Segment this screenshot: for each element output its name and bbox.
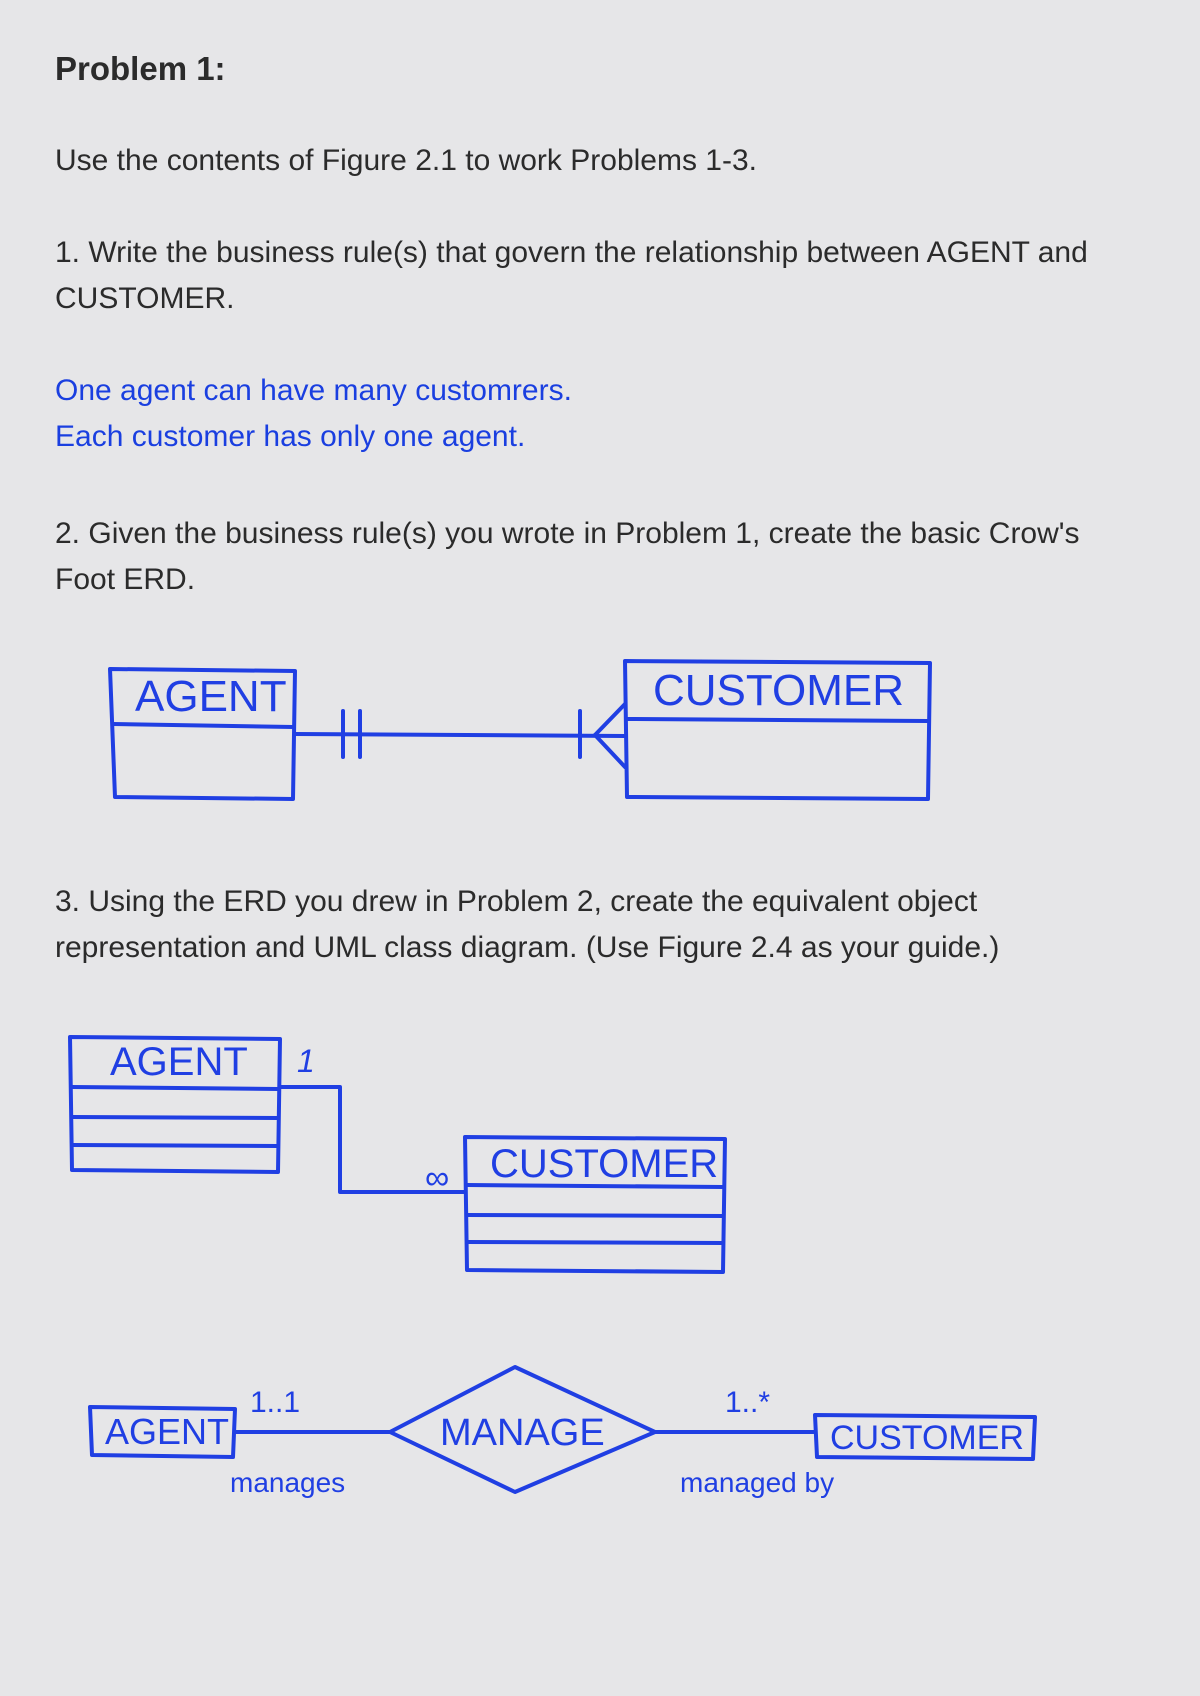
crows-foot-erd: AGENT CUSTOMER [55,649,1145,849]
customer-label: CUSTOMER [653,666,904,715]
question-1: 1. Write the business rule(s) that gover… [55,230,1145,323]
infinity-label: ∞ [425,1159,449,1197]
agent-label-3: AGENT [105,1411,229,1452]
answer-1-line1: One agent can have many customrers. [55,368,1145,415]
manages-label: manages [230,1467,345,1498]
answer-1-line2: Each customer has only one agent. [55,414,1145,461]
one-star-label: 1..* [725,1386,770,1419]
customer-label-2: CUSTOMER [490,1142,718,1186]
question-3: 3. Using the ERD you drew in Problem 2, … [55,879,1145,972]
managed-by-label: managed by [680,1467,834,1498]
agent-label-2: AGENT [110,1040,248,1084]
manage-label: MANAGE [440,1412,605,1454]
intro-text: Use the contents of Figure 2.1 to work P… [55,138,1145,185]
agent-label: AGENT [135,672,287,721]
question-2: 2. Given the business rule(s) you wrote … [55,511,1145,604]
problem-title: Problem 1: [55,50,1145,88]
answer-1: One agent can have many customrers. Each… [55,368,1145,461]
object-uml-diagram: AGENT 1 ∞ CUSTOMER AGENT 1..1 manages MA… [55,1017,1145,1507]
customer-label-3: CUSTOMER [830,1419,1024,1457]
one-label: 1 [297,1043,315,1079]
one-one-label: 1..1 [250,1386,300,1419]
